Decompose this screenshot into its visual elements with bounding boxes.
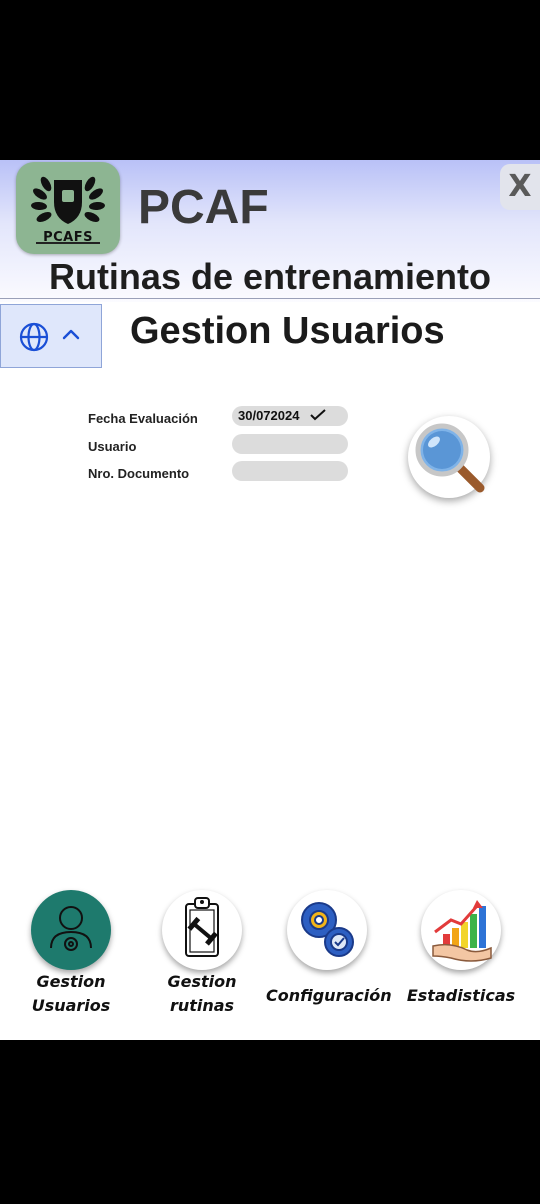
nav-estadisticas[interactable]: Estadisticas (401, 890, 521, 1008)
nav-gestion-rutinas-label-2: rutinas (169, 996, 235, 1015)
nav-configuracion[interactable]: Configuración (266, 890, 392, 1008)
globe-icon (19, 322, 49, 352)
growth-chart-icon (421, 890, 501, 970)
check-icon (310, 409, 326, 421)
nav-gestion-usuarios-label-2: Usuarios (31, 996, 111, 1015)
app-screen: PCAFS PCAF X Rutinas de entrenamiento Ge… (0, 160, 540, 1040)
nav-gestion-usuarios[interactable]: Gestion Usuarios (11, 890, 131, 1018)
nro-documento-input[interactable] (232, 461, 348, 481)
user-gear-icon (31, 890, 111, 970)
app-title: Rutinas de entrenamiento (48, 256, 492, 297)
gears-icon (287, 890, 367, 970)
brand-name: PCAF (138, 181, 269, 234)
nav-estadisticas-label: Estadisticas (406, 986, 516, 1005)
search-button[interactable] (408, 416, 490, 498)
fecha-evaluacion-label: Fecha Evaluación (88, 411, 198, 426)
usuario-label: Usuario (88, 439, 137, 454)
nav-gestion-usuarios-label-1: Gestion (36, 972, 106, 991)
nav-gestion-rutinas[interactable]: Gestion rutinas (142, 890, 262, 1018)
clipboard-dumbbell-icon (162, 890, 242, 970)
magnifier-icon (415, 423, 485, 493)
fecha-evaluacion-value: 30/072024 (238, 408, 300, 423)
logo-text: PCAFS (43, 230, 93, 245)
app-logo: PCAFS (16, 162, 120, 254)
close-button[interactable]: X (500, 164, 540, 210)
usuario-input[interactable] (232, 434, 348, 454)
header-divider (0, 298, 540, 299)
page-title: Gestion Usuarios (130, 310, 445, 352)
nav-configuracion-label: Configuración (266, 986, 392, 1005)
language-selector[interactable] (0, 304, 102, 368)
nro-documento-label: Nro. Documento (88, 466, 190, 481)
chevron-up-icon (62, 329, 80, 340)
nav-gestion-rutinas-label-1: Gestion (167, 972, 237, 991)
